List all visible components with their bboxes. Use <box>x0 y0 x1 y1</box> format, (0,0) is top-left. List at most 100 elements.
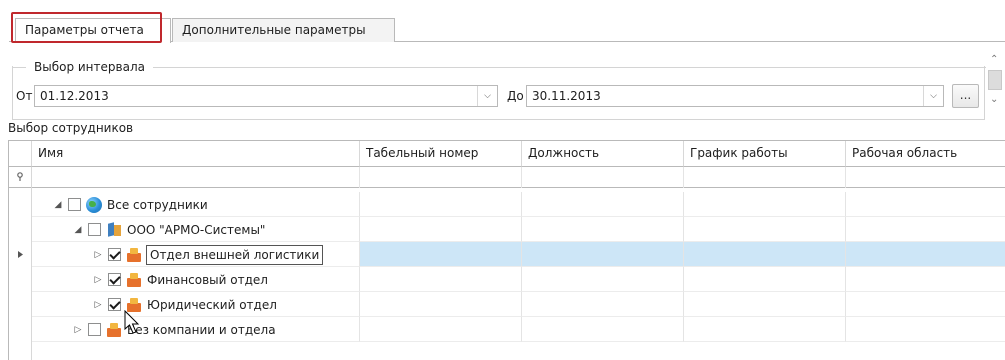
filter-cell-work-area[interactable] <box>846 167 1005 188</box>
department-icon <box>126 247 142 263</box>
to-label: До <box>507 89 524 103</box>
row-checkbox-checked[interactable] <box>108 298 121 311</box>
schedule-cell[interactable] <box>684 267 846 292</box>
column-header-schedule[interactable]: График работы <box>684 141 846 167</box>
tree-node[interactable]: ◢ ООО "АРМО-Системы" <box>72 217 266 242</box>
to-date-value: 30.11.2013 <box>532 89 601 103</box>
column-header-personnel-number[interactable]: Табельный номер <box>360 141 522 167</box>
chevron-down-icon[interactable]: ⌵ <box>923 86 943 106</box>
interval-group-title: Выбор интервала <box>32 60 147 74</box>
tab-report-parameters[interactable]: Параметры отчета <box>15 18 171 43</box>
personnel-number-cell[interactable] <box>360 192 522 217</box>
work-area-cell[interactable] <box>846 217 1005 242</box>
collapsed-arrow-icon[interactable]: ▷ <box>92 275 104 285</box>
employees-section-label: Выбор сотрудников <box>8 121 134 135</box>
position-cell[interactable] <box>522 317 684 342</box>
tree-node[interactable]: ▷ Без компании и отдела <box>72 317 277 342</box>
table-row[interactable]: ◢ ООО "АРМО-Системы" <box>9 217 1005 242</box>
table-row-selected[interactable]: ▷ Отдел внешней логистики <box>9 242 1005 267</box>
column-header-work-area[interactable]: Рабочая область <box>846 141 1005 167</box>
current-row-arrow-icon <box>18 251 23 258</box>
chevron-down-icon[interactable]: ⌵ <box>477 86 497 106</box>
schedule-cell[interactable] <box>684 242 846 267</box>
row-checkbox[interactable] <box>88 223 101 236</box>
name-cell[interactable]: ◢ Все сотрудники <box>32 192 360 217</box>
expanded-arrow-icon[interactable]: ◢ <box>72 225 84 235</box>
from-date-value: 01.12.2013 <box>40 89 109 103</box>
from-label: От <box>16 89 33 103</box>
scroll-up-icon[interactable]: ⌃ <box>990 54 998 65</box>
schedule-cell[interactable] <box>684 317 846 342</box>
tree-node[interactable]: ▷ Юридический отдел <box>92 292 278 317</box>
table-row[interactable]: ▷ Финансовый отдел <box>9 267 1005 292</box>
table-row[interactable]: ◢ Все сотрудники <box>9 192 1005 217</box>
node-label: ООО "АРМО-Системы" <box>127 222 266 237</box>
schedule-cell[interactable] <box>684 292 846 317</box>
personnel-number-cell[interactable] <box>360 267 522 292</box>
tree-node[interactable]: ▷ Отдел внешней логистики <box>92 242 324 267</box>
filter-indicator-cell <box>9 167 32 188</box>
tab-label: Дополнительные параметры <box>182 23 366 37</box>
table-row[interactable]: ▷ Юридический отдел <box>9 292 1005 317</box>
column-header-position[interactable]: Должность <box>522 141 684 167</box>
personnel-number-cell[interactable] <box>360 317 522 342</box>
filter-cell-name[interactable] <box>32 167 360 188</box>
work-area-cell[interactable] <box>846 292 1005 317</box>
schedule-cell[interactable] <box>684 217 846 242</box>
row-checkbox-checked[interactable] <box>108 273 121 286</box>
work-area-cell[interactable] <box>846 242 1005 267</box>
vertical-scrollbar[interactable]: ⌃ ⌄ <box>985 50 1005 112</box>
personnel-number-cell[interactable] <box>360 217 522 242</box>
collapsed-arrow-icon[interactable]: ▷ <box>92 300 104 310</box>
name-cell[interactable]: ▷ Отдел внешней логистики <box>32 242 360 267</box>
work-area-cell[interactable] <box>846 317 1005 342</box>
tree-node[interactable]: ◢ Все сотрудники <box>52 192 209 217</box>
work-area-cell[interactable] <box>846 192 1005 217</box>
mouse-pointer-icon <box>124 310 140 334</box>
department-icon <box>126 272 142 288</box>
employees-grid: Имя Табельный номер Должность График раб… <box>8 140 1005 360</box>
department-icon <box>106 322 122 338</box>
tab-label: Параметры отчета <box>25 23 144 37</box>
schedule-cell[interactable] <box>684 192 846 217</box>
personnel-number-cell[interactable] <box>360 242 522 267</box>
table-row[interactable]: ▷ Без компании и отдела <box>9 317 1005 342</box>
position-cell[interactable] <box>522 267 684 292</box>
row-indicator <box>9 242 32 267</box>
position-cell[interactable] <box>522 242 684 267</box>
from-date-combo[interactable]: 01.12.2013 ⌵ <box>34 85 498 107</box>
globe-icon <box>86 196 102 213</box>
work-area-cell[interactable] <box>846 267 1005 292</box>
collapsed-arrow-icon[interactable]: ▷ <box>72 325 84 335</box>
name-cell[interactable]: ◢ ООО "АРМО-Системы" <box>32 217 360 242</box>
tab-strip: Параметры отчета Дополнительные параметр… <box>9 15 1005 43</box>
to-date-combo[interactable]: 30.11.2013 ⌵ <box>526 85 944 107</box>
name-cell[interactable]: ▷ Финансовый отдел <box>32 267 360 292</box>
groupbox-border <box>153 67 986 68</box>
expanded-arrow-icon[interactable]: ◢ <box>52 200 64 210</box>
personnel-number-cell[interactable] <box>360 292 522 317</box>
interval-more-button[interactable]: ... <box>952 84 979 108</box>
node-label: Все сотрудники <box>107 197 208 212</box>
node-label: Отдел внешней логистики <box>146 244 324 265</box>
pin-icon <box>17 172 23 181</box>
tab-additional-parameters[interactable]: Дополнительные параметры <box>172 18 395 42</box>
scroll-thumb[interactable] <box>988 70 1002 90</box>
filter-cell-personnel-number[interactable] <box>360 167 522 188</box>
position-cell[interactable] <box>522 192 684 217</box>
row-checkbox[interactable] <box>68 198 81 211</box>
column-header-name[interactable]: Имя <box>32 141 360 167</box>
scroll-down-icon[interactable]: ⌄ <box>990 94 998 105</box>
row-checkbox[interactable] <box>88 323 101 336</box>
auto-filter-row[interactable] <box>9 167 1005 188</box>
position-cell[interactable] <box>522 292 684 317</box>
name-cell[interactable]: ▷ Без компании и отдела <box>32 317 360 342</box>
name-cell[interactable]: ▷ Юридический отдел <box>32 292 360 317</box>
tree-node[interactable]: ▷ Финансовый отдел <box>92 267 269 292</box>
collapsed-arrow-icon[interactable]: ▷ <box>92 250 104 260</box>
position-cell[interactable] <box>522 217 684 242</box>
filter-cell-schedule[interactable] <box>684 167 846 188</box>
filter-cell-position[interactable] <box>522 167 684 188</box>
header-indicator-cell <box>9 141 32 167</box>
row-checkbox-checked[interactable] <box>108 248 121 261</box>
